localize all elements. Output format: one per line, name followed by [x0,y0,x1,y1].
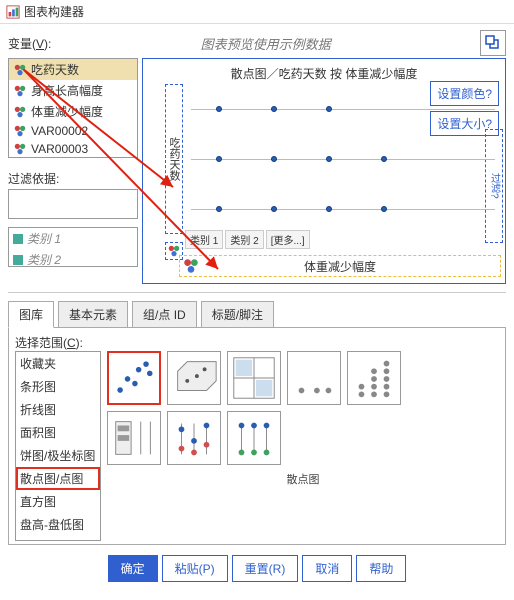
x-category-chip[interactable]: 类别 1 [185,230,223,249]
template-item[interactable]: 折线图 [16,398,100,421]
app-icon [6,5,20,19]
template-item[interactable]: 面积图 [16,421,100,444]
tab-1[interactable]: 基本元素 [58,301,128,328]
data-point [326,156,332,162]
left-column: 吃药天数身高长高幅度体重减少幅度 VAR00002 VAR00003 过滤依据: 类… [8,58,138,284]
x-category-chip[interactable]: 类别 2 [225,230,263,249]
data-point [381,206,387,212]
x-axis-drop-icon [182,257,200,275]
cancel-button[interactable]: 取消 [302,555,352,582]
category-swatch-icon [13,255,23,265]
template-item[interactable]: 条形图 [16,375,100,398]
thumb-drop-line[interactable] [167,411,221,465]
template-item[interactable]: 直方图 [16,490,100,513]
category-list[interactable]: 类别 1 类别 2 [8,227,138,267]
variable-name: 身高长高幅度 [31,82,103,99]
y-axis-dropzone[interactable]: 吃药天数 [165,84,183,234]
x-category-chip[interactable]: [更多...] [266,230,310,249]
template-item[interactable]: 饼图/极坐标图 [16,444,100,467]
data-point [381,156,387,162]
gallery-pane: 选择范围(C): 收藏夹条形图折线图面积图饼图/极坐标图散点图/点图直方图盘高-… [8,327,506,545]
thumb-3d-scatter[interactable] [167,351,221,405]
top-row: 变量(V): 图表预览使用示例数据 [0,24,514,58]
main-area: 吃药天数身高长高幅度体重减少幅度VAR00002VAR00003 过滤依据: 类… [0,58,514,284]
tab-3[interactable]: 标题/脚注 [201,301,274,328]
select-range-label: 选择范围(C): [15,334,499,351]
category-label: 类别 1 [27,230,61,247]
template-item[interactable]: 箱图 [16,536,100,541]
variable-name: 体重减少幅度 [31,103,103,120]
paste-button[interactable]: 粘贴(P) [162,555,228,582]
window-title: 图表构建器 [24,3,84,20]
variables-label: 变量(V): [8,35,51,52]
help-button[interactable]: 帮助 [356,555,406,582]
variable-item[interactable]: VAR00003 [9,140,137,158]
thumbnail-area: 散点图 [107,351,499,541]
x-axis-dropzone[interactable]: 体重减少幅度 [179,255,501,277]
template-item[interactable]: 收藏夹 [16,352,100,375]
category-item[interactable]: 类别 1 [9,228,137,249]
variable-name: 吃药天数 [31,61,79,78]
category-label: 类别 2 [27,251,61,268]
data-point [216,206,222,212]
thumbnail-label: 散点图 [107,471,499,487]
gridline [191,209,495,210]
preview-heading: 图表预览使用示例数据 [51,34,480,53]
variable-item[interactable]: 吃药天数 [9,59,137,80]
filter-label: 过滤依据: [8,170,138,187]
chart-preview[interactable]: 散点图／吃药天数 按 体重减少幅度 设置颜色? 设置大小? 过滤? 吃药天数 类… [142,58,506,284]
dialog-buttons: 确定 粘贴(P) 重置(R) 取消 帮助 [0,549,514,588]
plot-area [191,84,495,234]
chart-body: 吃药天数 [169,84,499,234]
variable-list[interactable]: 吃药天数身高长高幅度体重减少幅度 VAR00002 VAR00003 [8,58,138,158]
maximize-preview-button[interactable] [480,30,506,56]
divider [8,292,506,293]
data-point [271,106,277,112]
gridline [191,159,495,160]
reset-button[interactable]: 重置(R) [232,555,299,582]
title-bar: 图表构建器 [0,0,514,24]
data-point [326,106,332,112]
data-point [271,156,277,162]
variable-item[interactable]: 身高长高幅度 [9,80,137,101]
thumb-simple-dot[interactable] [287,351,341,405]
template-item[interactable]: 散点图/点图 [16,467,100,490]
filter-dropzone[interactable] [8,189,138,219]
variable-name: VAR00003 [31,142,88,156]
category-swatch-icon [13,234,23,244]
variable-item[interactable]: VAR00002 [9,122,137,140]
tab-0[interactable]: 图库 [8,301,54,328]
tab-2[interactable]: 组/点 ID [132,301,197,328]
variable-item[interactable]: 体重减少幅度 [9,101,137,122]
template-item[interactable]: 盘高-盘低图 [16,513,100,536]
thumb-summary-point[interactable] [107,411,161,465]
gallery: 收藏夹条形图折线图面积图饼图/极坐标图散点图/点图直方图盘高-盘低图箱图双轴图 … [15,351,499,541]
data-point [216,106,222,112]
template-list[interactable]: 收藏夹条形图折线图面积图饼图/极坐标图散点图/点图直方图盘高-盘低图箱图双轴图 [15,351,101,541]
tab-bar: 图库基本元素组/点 ID标题/脚注 [0,301,514,328]
data-point [326,206,332,212]
data-point [271,206,277,212]
variable-name: VAR00002 [31,124,88,138]
thumb-dual-dot[interactable] [227,411,281,465]
gridline [191,109,495,110]
expand-icon [484,34,502,52]
x-axis-label: 体重减少幅度 [304,258,376,275]
ok-button[interactable]: 确定 [108,555,158,582]
thumb-simple-scatter[interactable] [107,351,161,405]
thumb-stacked-dot[interactable] [347,351,401,405]
thumb-matrix-scatter[interactable] [227,351,281,405]
chart-title: 散点图／吃药天数 按 体重减少幅度 [149,65,499,82]
category-item[interactable]: 类别 2 [9,249,137,270]
y-axis-label: 吃药天数 [166,137,182,181]
x-category-row: 类别 1类别 2[更多...] [185,230,501,249]
data-point [216,156,222,162]
